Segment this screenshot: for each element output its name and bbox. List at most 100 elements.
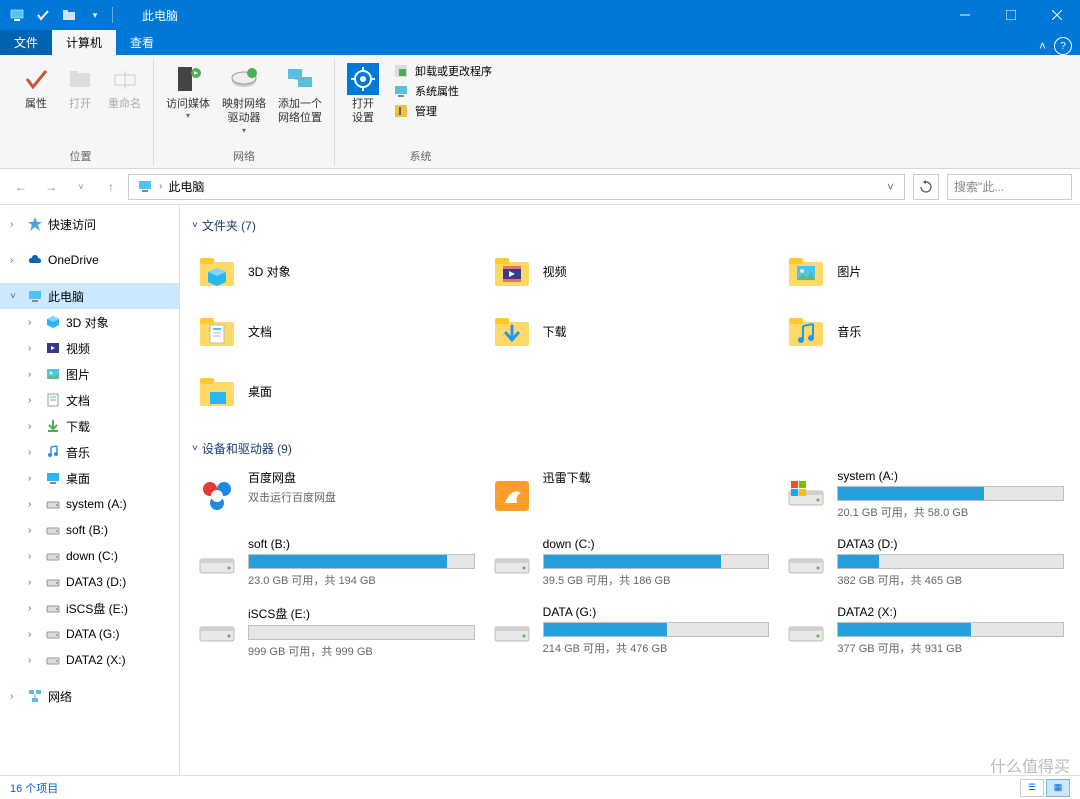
qat-folder-icon[interactable] (60, 6, 78, 24)
usage-bar (837, 486, 1064, 501)
sidebar-item[interactable]: ›文档 (0, 387, 179, 413)
item-icon (44, 651, 62, 669)
sidebar-network[interactable]: ›网络 (0, 683, 179, 709)
drive-item[interactable]: down (C:)39.5 GB 可用，共 186 GB (487, 533, 774, 595)
open-settings-button[interactable]: 打开 设置 (341, 59, 385, 130)
tab-file[interactable]: 文件 (0, 30, 52, 55)
usage-bar (837, 554, 1064, 569)
breadcrumb[interactable]: › 此电脑 ˅ (128, 174, 905, 200)
maximize-button[interactable] (988, 0, 1034, 30)
access-media-button[interactable]: 访问媒体 ▾ (160, 59, 216, 124)
usage-bar (543, 622, 770, 637)
qat-properties-icon[interactable] (34, 6, 52, 24)
tab-view[interactable]: 查看 (116, 30, 168, 55)
recent-dropdown[interactable]: ˅ (68, 174, 94, 200)
rename-button[interactable]: 重命名 (102, 59, 147, 115)
item-icon (44, 339, 62, 357)
uninstall-button[interactable]: 卸载或更改程序 (393, 63, 492, 79)
drives-section-header[interactable]: ˅设备和驱动器 (9) (184, 436, 1076, 461)
drive-icon (491, 475, 533, 517)
sidebar-item[interactable]: ›DATA2 (X:) (0, 647, 179, 673)
usage-bar (837, 622, 1064, 637)
drive-icon (196, 543, 238, 585)
statusbar: 16 个项目 ☰ ▦ (0, 775, 1080, 799)
drive-item[interactable]: DATA3 (D:)382 GB 可用，共 465 GB (781, 533, 1068, 595)
folder-item[interactable]: 下载 (487, 302, 774, 360)
sidebar-item[interactable]: ›DATA3 (D:) (0, 569, 179, 595)
refresh-button[interactable] (913, 174, 939, 200)
item-icon (44, 443, 62, 461)
folder-icon (785, 310, 827, 352)
folder-icon (785, 250, 827, 292)
item-icon (44, 599, 62, 617)
collapse-ribbon-icon[interactable]: ˄ (1039, 39, 1046, 53)
cloud-icon (26, 251, 44, 269)
qat-dropdown-icon[interactable]: ▾ (86, 6, 104, 24)
folder-item[interactable]: 桌面 (192, 362, 479, 420)
sidebar-item[interactable]: ›视频 (0, 335, 179, 361)
sidebar-item[interactable]: ›音乐 (0, 439, 179, 465)
back-button[interactable]: ← (8, 174, 34, 200)
folder-item[interactable]: 音乐 (781, 302, 1068, 360)
drive-icon (196, 611, 238, 653)
breadcrumb-dropdown[interactable]: ˅ (881, 180, 900, 194)
search-input[interactable]: 搜索"此... (947, 174, 1072, 200)
drive-item[interactable]: DATA2 (X:)377 GB 可用，共 931 GB (781, 601, 1068, 663)
sidebar-item[interactable]: ›3D 对象 (0, 309, 179, 335)
item-icon (44, 547, 62, 565)
tab-computer[interactable]: 计算机 (52, 30, 116, 55)
details-view-button[interactable]: ☰ (1020, 779, 1044, 797)
drive-icon (785, 543, 827, 585)
sidebar-onedrive[interactable]: ›OneDrive (0, 247, 179, 273)
up-button[interactable]: ↑ (98, 174, 124, 200)
watermark: 什么值得买 (990, 753, 1070, 777)
drive-item[interactable]: system (A:)20.1 GB 可用，共 58.0 GB (781, 465, 1068, 527)
drive-item[interactable]: soft (B:)23.0 GB 可用，共 194 GB (192, 533, 479, 595)
folder-item[interactable]: 视频 (487, 242, 774, 300)
sidebar-item[interactable]: ›soft (B:) (0, 517, 179, 543)
minimize-button[interactable] (942, 0, 988, 30)
folder-icon (196, 250, 238, 292)
sidebar-this-pc[interactable]: ˅此电脑 (0, 283, 179, 309)
sidebar-item[interactable]: ›桌面 (0, 465, 179, 491)
open-button[interactable]: 打开 (58, 59, 102, 115)
sidebar-item[interactable]: ›down (C:) (0, 543, 179, 569)
sidebar-quick-access[interactable]: ›快速访问 (0, 211, 179, 237)
system-properties-button[interactable]: 系统属性 (393, 83, 492, 99)
ribbon-tabs: 文件 计算机 查看 ˄ ? (0, 30, 1080, 55)
folder-item[interactable]: 图片 (781, 242, 1068, 300)
help-icon[interactable]: ? (1054, 37, 1072, 55)
folder-icon (196, 310, 238, 352)
usage-bar (248, 554, 475, 569)
drive-icon (785, 611, 827, 653)
breadcrumb-location[interactable]: 此电脑 (162, 178, 881, 195)
ribbon: 属性 打开 重命名 位置 访问媒体 ▾ 映射网络 驱动器 ▾ (0, 55, 1080, 169)
tiles-view-button[interactable]: ▦ (1046, 779, 1070, 797)
sidebar-item[interactable]: ›图片 (0, 361, 179, 387)
map-drive-button[interactable]: 映射网络 驱动器 ▾ (216, 59, 272, 139)
sidebar-item[interactable]: ›下载 (0, 413, 179, 439)
add-location-button[interactable]: 添加一个 网络位置 (272, 59, 328, 130)
usage-bar (543, 554, 770, 569)
folder-icon (491, 310, 533, 352)
drive-item[interactable]: 百度网盘双击运行百度网盘 (192, 465, 479, 527)
usage-bar (248, 625, 475, 640)
manage-button[interactable]: 管理 (393, 103, 492, 119)
item-icon (44, 417, 62, 435)
folder-item[interactable]: 3D 对象 (192, 242, 479, 300)
item-icon (44, 521, 62, 539)
folder-item[interactable]: 文档 (192, 302, 479, 360)
folders-section-header[interactable]: ˅文件夹 (7) (184, 213, 1076, 238)
folder-icon (491, 250, 533, 292)
sidebar-item[interactable]: ›iSCS盘 (E:) (0, 595, 179, 621)
drive-item[interactable]: DATA (G:)214 GB 可用，共 476 GB (487, 601, 774, 663)
properties-button[interactable]: 属性 (14, 59, 58, 115)
drive-item[interactable]: iSCS盘 (E:)999 GB 可用，共 999 GB (192, 601, 479, 663)
close-button[interactable] (1034, 0, 1080, 30)
sidebar-item[interactable]: ›system (A:) (0, 491, 179, 517)
sidebar-item[interactable]: ›DATA (G:) (0, 621, 179, 647)
drive-item[interactable]: 迅雷下载 (487, 465, 774, 527)
item-icon (44, 391, 62, 409)
forward-button[interactable]: → (38, 174, 64, 200)
item-icon (44, 625, 62, 643)
